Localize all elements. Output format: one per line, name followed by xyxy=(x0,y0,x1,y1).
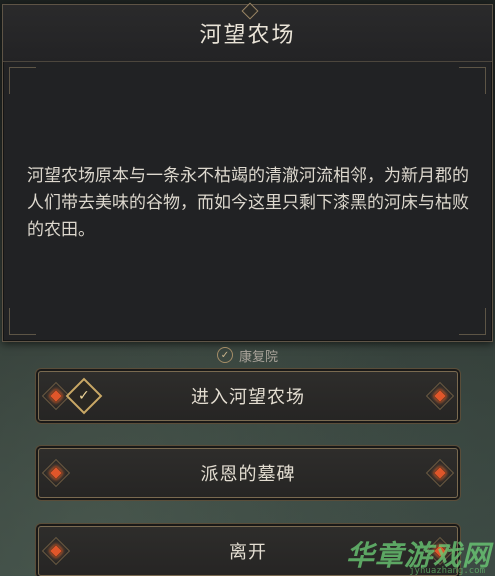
dialog-title: 河望农场 xyxy=(199,23,296,48)
requirement-line: ✓ 康复院 xyxy=(0,344,495,366)
dialog-description: 河望农场原本与一条永不枯竭的清澈河流相邻，为新月郡的人们带去美味的谷物，而如今这… xyxy=(27,166,469,240)
corner-ornament xyxy=(9,308,36,335)
site-watermark-url: jyhuazhang.com xyxy=(409,566,485,576)
corner-ornament xyxy=(459,308,486,335)
option-tombstone-button[interactable]: 派恩的墓碑 xyxy=(38,448,458,498)
corner-ornament xyxy=(459,67,486,94)
corner-ornament xyxy=(9,67,36,94)
option-label: 离开 xyxy=(229,542,267,563)
check-circle-icon: ✓ xyxy=(216,347,233,363)
option-label: 派恩的墓碑 xyxy=(200,464,296,485)
check-icon: ✓ xyxy=(65,377,103,415)
option-enter-farm-button[interactable]: ✓ 进入河望农场 xyxy=(38,371,458,421)
option-label: 进入河望农场 xyxy=(191,387,305,408)
location-dialog: 河望农场 河望农场原本与一条永不枯竭的清澈河流相邻，为新月郡的人们带去美味的谷物… xyxy=(2,2,493,342)
requirement-text: 康复院 xyxy=(238,349,278,365)
